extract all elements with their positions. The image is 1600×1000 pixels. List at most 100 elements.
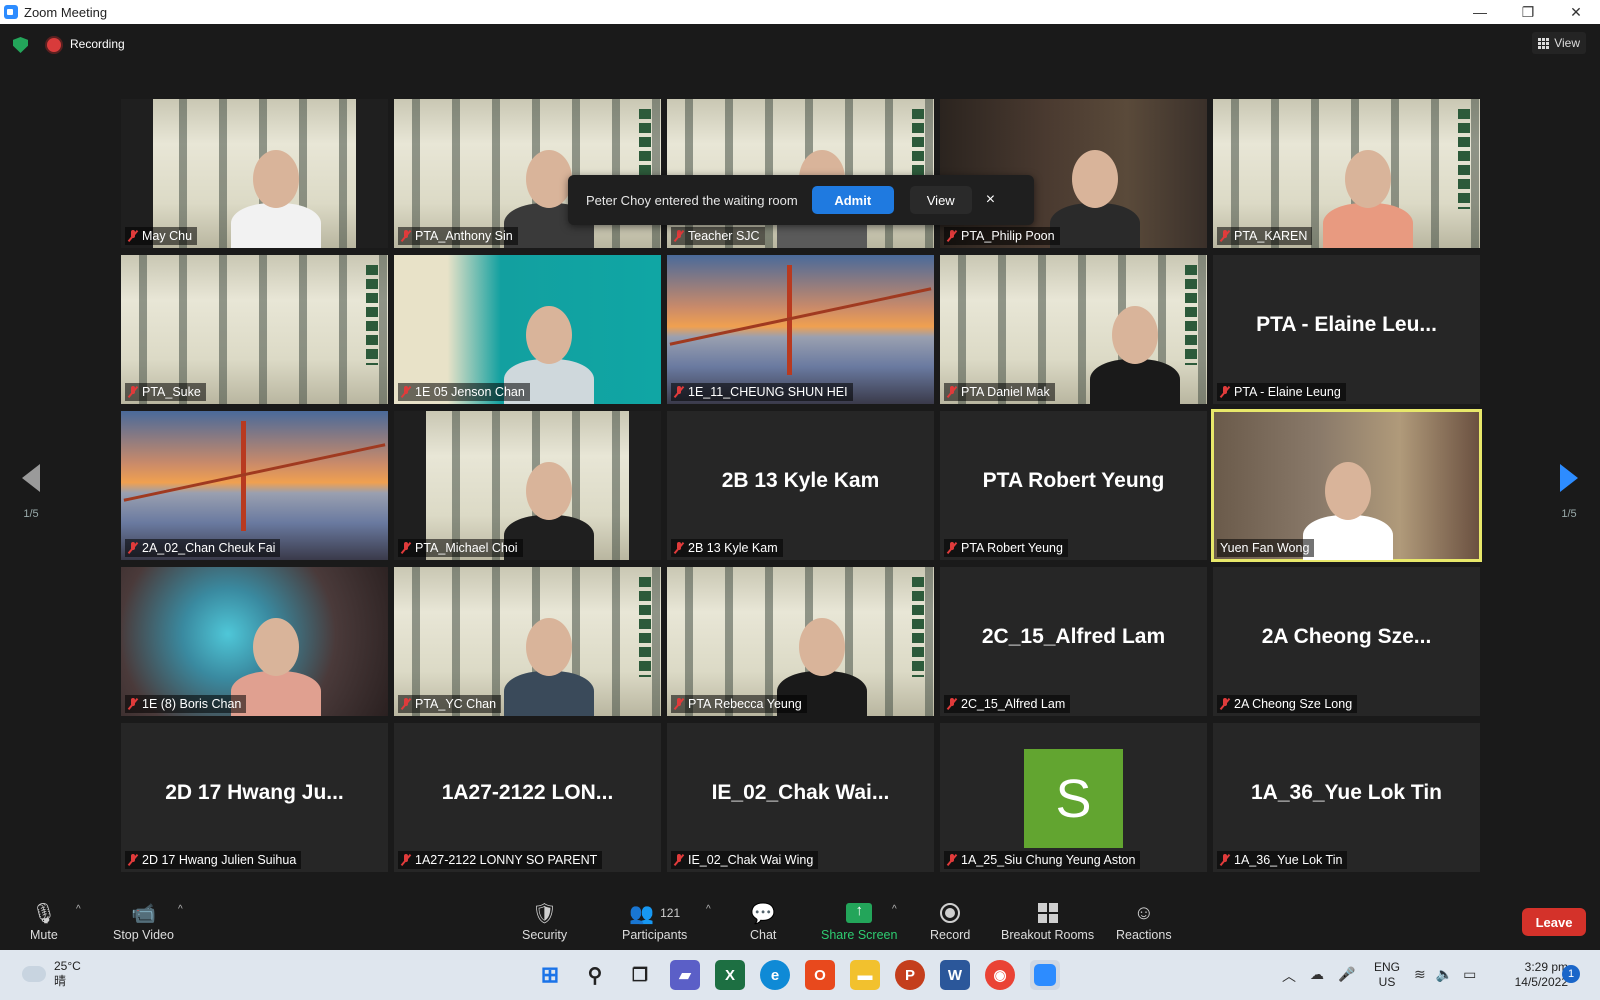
file-explorer-icon[interactable]: ▬ — [850, 960, 880, 990]
video-tile[interactable]: 2A Cheong Sze... 2A Cheong Sze Long — [1213, 567, 1480, 716]
chat-button[interactable]: 💬 Chat — [750, 900, 776, 943]
window-titlebar: Zoom Meeting — ❐ ✕ — [0, 0, 1600, 24]
task-view-icon[interactable]: ❐ — [625, 960, 655, 990]
notification-badge[interactable]: 1 — [1562, 965, 1580, 983]
mic-muted-icon — [674, 698, 684, 710]
edge-browser-icon[interactable]: e — [760, 960, 790, 990]
participant-name-label: 1A27-2122 LONNY SO PARENT — [398, 851, 603, 869]
weather-widget[interactable]: 25°C 晴 — [19, 959, 81, 989]
participant-display-name: PTA Robert Yeung — [982, 469, 1165, 492]
video-tile[interactable]: 1E_11_CHEUNG SHUN HEI — [667, 255, 934, 404]
participant-name: 2D 17 Hwang Julien Suihua — [142, 853, 297, 867]
video-tile[interactable]: PTA_KAREN — [1213, 99, 1480, 248]
video-options-caret-icon[interactable]: ^ — [178, 904, 183, 915]
powerpoint-icon[interactable]: P — [895, 960, 925, 990]
recording-label[interactable]: Recording — [70, 37, 125, 51]
excel-icon[interactable]: X — [715, 960, 745, 990]
previous-page-control[interactable]: 1/5 — [16, 464, 46, 520]
teams-chat-icon[interactable]: ▰ — [670, 960, 700, 990]
search-icon[interactable]: ⚲ — [580, 960, 610, 990]
video-tile[interactable]: 2C_15_Alfred Lam 2C_15_Alfred Lam — [940, 567, 1207, 716]
network-sound-battery: ≋ 🔈 ▭ — [1414, 966, 1476, 983]
input-language[interactable]: ENG US — [1374, 960, 1400, 990]
mic-muted-icon — [401, 698, 411, 710]
breakout-rooms-button[interactable]: Breakout Rooms — [1001, 900, 1094, 942]
admit-button[interactable]: Admit — [811, 186, 894, 214]
participant-name: 1E (8) Boris Chan — [142, 697, 242, 711]
leave-button[interactable]: Leave — [1522, 908, 1586, 936]
close-icon[interactable]: × — [986, 191, 995, 209]
office-icon[interactable]: O — [805, 960, 835, 990]
participants-count: 121 — [660, 906, 681, 920]
meeting-controls: 🎙 Mute ^ 📹 Stop Video ^ 🛡 Security 👥 121 … — [0, 894, 1600, 950]
arrow-right-icon[interactable] — [1560, 464, 1578, 492]
word-icon[interactable]: W — [940, 960, 970, 990]
share-options-caret-icon[interactable]: ^ — [892, 904, 897, 915]
reactions-button[interactable]: ☺ Reactions — [1116, 900, 1172, 943]
minimize-button[interactable]: — — [1456, 0, 1504, 24]
participant-figure — [231, 203, 321, 248]
mic-muted-icon — [674, 230, 684, 242]
mic-muted-icon — [128, 542, 138, 554]
video-tile[interactable]: May Chu — [121, 99, 388, 248]
video-tile[interactable]: PTA - Elaine Leu... PTA - Elaine Leung — [1213, 255, 1480, 404]
tray-microphone-icon[interactable]: 🎤 — [1338, 966, 1355, 986]
stop-video-button[interactable]: 📹 Stop Video — [113, 900, 174, 943]
video-tile[interactable]: IE_02_Chak Wai... IE_02_Chak Wai Wing — [667, 723, 934, 872]
view-waiting-room-button[interactable]: View — [909, 186, 972, 214]
participant-name: 2A_02_Chan Cheuk Fai — [142, 541, 276, 555]
video-tile[interactable]: 2A_02_Chan Cheuk Fai — [121, 411, 388, 560]
video-tile[interactable]: PTA_YC Chan — [394, 567, 661, 716]
recording-icon[interactable] — [47, 38, 61, 52]
temperature: 25°C — [54, 959, 81, 973]
view-button[interactable]: View — [1532, 32, 1586, 54]
video-tile[interactable]: PTA Rebecca Yeung — [667, 567, 934, 716]
video-tile[interactable]: PTA Daniel Mak — [940, 255, 1207, 404]
restore-button[interactable]: ❐ — [1504, 0, 1552, 24]
video-tile[interactable]: S 1A_25_Siu Chung Yeung Aston — [940, 723, 1207, 872]
arrow-left-icon[interactable] — [22, 464, 40, 492]
participant-face — [526, 150, 572, 208]
onedrive-cloud-icon[interactable]: ☁ — [1310, 966, 1324, 986]
security-button[interactable]: 🛡 Security — [522, 900, 568, 943]
video-tile[interactable]: Teacher SJC — [667, 99, 934, 248]
windows-start-icon[interactable]: ⊞ — [535, 960, 565, 990]
participant-name: PTA_KAREN — [1234, 229, 1308, 243]
audio-options-caret-icon[interactable]: ^ — [76, 904, 81, 915]
participant-name-label: 1E_11_CHEUNG SHUN HEI — [671, 383, 853, 401]
mute-button[interactable]: 🎙 Mute — [30, 900, 58, 943]
mic-muted-icon — [128, 386, 138, 398]
record-button[interactable]: Record — [930, 900, 970, 942]
speaker-icon[interactable]: 🔈 — [1436, 966, 1453, 983]
close-window-button[interactable]: ✕ — [1552, 0, 1600, 24]
video-tile[interactable]: PTA_Michael Choi — [394, 411, 661, 560]
video-tile[interactable]: 1A27-2122 LON... 1A27-2122 LONNY SO PAREN… — [394, 723, 661, 872]
video-tile[interactable]: PTA_Suke — [121, 255, 388, 404]
grid-view-icon — [1538, 37, 1550, 49]
page-indicator-right: 1/5 — [1561, 508, 1577, 520]
encryption-shield-icon[interactable] — [13, 37, 28, 53]
security-label: Security — [522, 928, 568, 942]
battery-icon[interactable]: ▭ — [1463, 966, 1476, 983]
chat-bubble-icon: 💬 — [750, 902, 776, 925]
video-tile[interactable]: PTA Robert Yeung PTA Robert Yeung — [940, 411, 1207, 560]
participants-button[interactable]: 👥 121 Participants — [622, 900, 687, 943]
video-tile[interactable]: 2D 17 Hwang Ju... 2D 17 Hwang Julien Suih… — [121, 723, 388, 872]
participant-name-label: 2C_15_Alfred Lam — [944, 695, 1071, 713]
video-tile[interactable]: PTA_Anthony Sin — [394, 99, 661, 248]
tray-chevron-icon[interactable]: ︿ — [1282, 966, 1296, 986]
next-page-control[interactable]: 1/5 — [1554, 464, 1584, 520]
share-screen-button[interactable]: Share Screen — [821, 900, 897, 942]
zoom-taskbar-icon[interactable] — [1030, 960, 1060, 990]
video-tile[interactable]: 1E 05 Jenson Chan — [394, 255, 661, 404]
video-tile[interactable]: 1A_36_Yue Lok Tin 1A_36_Yue Lok Tin — [1213, 723, 1480, 872]
video-tile[interactable]: 2B 13 Kyle Kam 2B 13 Kyle Kam — [667, 411, 934, 560]
video-tile[interactable]: PTA_Philip Poon — [940, 99, 1207, 248]
clock[interactable]: 3:29 pm 14/5/2022 — [1498, 960, 1568, 990]
participants-caret-icon[interactable]: ^ — [706, 904, 711, 915]
chrome-icon[interactable]: ◉ — [985, 960, 1015, 990]
wifi-icon[interactable]: ≋ — [1414, 966, 1426, 983]
video-tile[interactable]: 1E (8) Boris Chan — [121, 567, 388, 716]
video-letterbox — [121, 99, 153, 248]
video-tile[interactable]: Yuen Fan Wong — [1211, 409, 1482, 562]
